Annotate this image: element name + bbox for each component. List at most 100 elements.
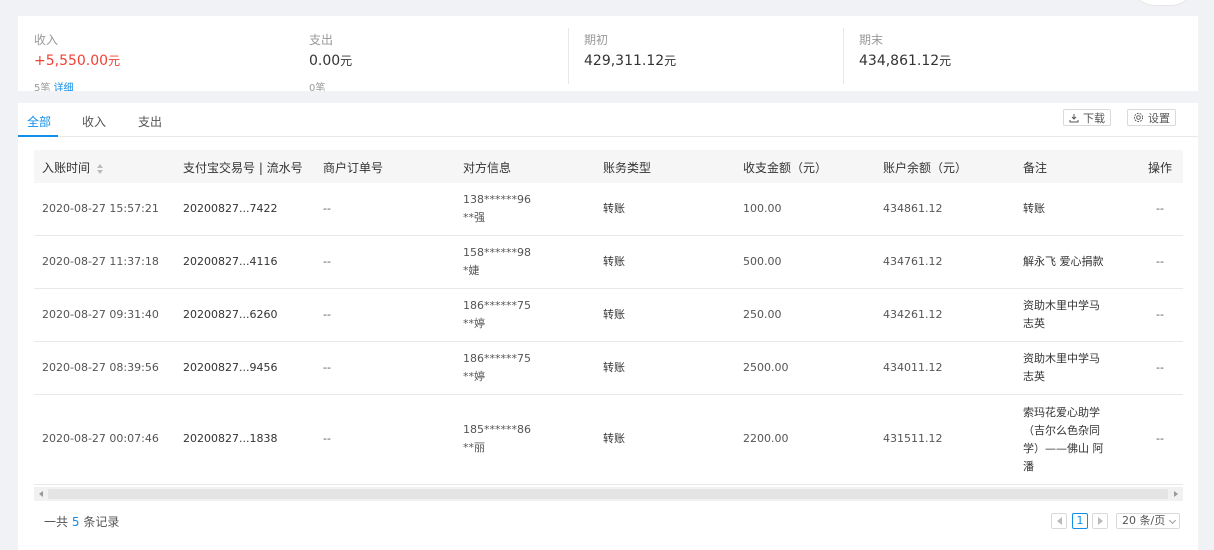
cell-action: --	[1156, 255, 1164, 268]
record-total: 一共 5 条记录	[44, 513, 119, 530]
pagination: 1 20 条/页	[1051, 513, 1183, 529]
cell-trade-no[interactable]: 20200827...1838	[183, 430, 277, 448]
expense-value: 0.00元	[309, 52, 352, 69]
closing-label: 期末	[859, 33, 884, 47]
summary-divider	[843, 28, 844, 84]
chevron-down-icon	[1168, 516, 1177, 525]
cell-party-name: **婷	[463, 370, 485, 383]
table-row: 2020-08-27 11:37:18 20200827...4116 -- 1…	[34, 236, 1183, 289]
cell-amount: 2200.00	[743, 432, 789, 445]
cell-balance: 434261.12	[883, 308, 943, 321]
scroll-right-icon[interactable]	[1174, 491, 1178, 497]
expense-amount: 0.00	[309, 53, 341, 69]
cell-time: 2020-08-27 00:07:46	[42, 432, 159, 445]
cell-type: 转账	[603, 432, 625, 445]
cell-trade-no[interactable]: 20200827...4116	[183, 253, 277, 271]
cell-party-name: *婕	[463, 264, 480, 277]
table-row: 2020-08-27 15:57:21 20200827...7422 -- 1…	[34, 183, 1183, 236]
cell-trade-no[interactable]: 20200827...7422	[183, 200, 277, 218]
col-type: 账务类型	[603, 161, 652, 175]
cell-party-account: 185******86	[463, 423, 531, 436]
cell-type: 转账	[603, 361, 625, 374]
closing-unit: 元	[939, 54, 952, 68]
sort-icon[interactable]	[96, 163, 104, 175]
total-suffix: 条记录	[83, 515, 120, 529]
cell-order-no: --	[323, 202, 331, 215]
cell-amount: 250.00	[743, 308, 782, 321]
download-button[interactable]: 下载	[1063, 109, 1111, 126]
cell-action: --	[1156, 308, 1164, 321]
cell-amount: 500.00	[743, 255, 782, 268]
income-amount: +5,550.00	[34, 53, 109, 69]
page-size-value: 20 条/页	[1122, 514, 1166, 527]
cell-amount: 2500.00	[743, 361, 789, 374]
cell-remark: 解永飞 爱心捐款	[1023, 255, 1104, 268]
cell-remark-line: 志英	[1023, 370, 1045, 383]
cell-order-no: --	[323, 432, 331, 445]
table-header: 入账时间 支付宝交易号 | 流水号 商户订单号 对方信息 账务类型 收支金额（元…	[34, 150, 1183, 183]
opening-value: 429,311.12元	[584, 52, 676, 69]
horizontal-scrollbar[interactable]	[34, 487, 1183, 501]
chevron-left-icon	[1056, 517, 1062, 525]
summary-divider	[568, 28, 569, 84]
cell-trade-no[interactable]: 20200827...6260	[183, 306, 277, 324]
cell-remark-line: 资助木里中学马	[1023, 352, 1100, 365]
col-balance: 账户余额（元）	[883, 161, 968, 175]
cell-balance: 434011.12	[883, 361, 943, 374]
tab-all[interactable]: 全部	[27, 113, 51, 130]
cell-party-account: 186******75	[463, 299, 531, 312]
income-label: 收入	[34, 33, 59, 47]
cell-remark: 转账	[1023, 202, 1045, 215]
cell-party-account: 186******75	[463, 352, 531, 365]
prev-page-button[interactable]	[1051, 513, 1067, 529]
expense-label: 支出	[309, 33, 334, 47]
cell-time: 2020-08-27 09:31:40	[42, 308, 159, 321]
tab-active-indicator	[18, 135, 58, 137]
gear-icon	[1133, 112, 1144, 123]
tab-bar: 全部 收入 支出 下载 设置	[18, 103, 1198, 137]
cell-party-account: 158******98	[463, 246, 531, 259]
cell-party-account: 138******96	[463, 193, 531, 206]
page-size-select[interactable]: 20 条/页	[1116, 513, 1180, 529]
cell-remark-line: （吉尔么色杂同	[1023, 424, 1100, 437]
cell-action: --	[1156, 202, 1164, 215]
cell-type: 转账	[603, 308, 625, 321]
col-time[interactable]: 入账时间	[42, 159, 104, 176]
settings-button[interactable]: 设置	[1127, 109, 1176, 126]
cell-action: --	[1156, 361, 1164, 374]
scroll-left-icon[interactable]	[39, 491, 43, 497]
col-trade-no: 支付宝交易号 | 流水号	[183, 161, 303, 175]
tab-income[interactable]: 收入	[82, 113, 106, 130]
cell-amount: 100.00	[743, 202, 782, 215]
income-detail-link[interactable]: 详细	[54, 83, 74, 91]
opening-unit: 元	[664, 54, 677, 68]
settings-label: 设置	[1148, 111, 1170, 125]
income-count-row: 5笔 详细	[34, 79, 74, 91]
tab-expense[interactable]: 支出	[138, 113, 162, 130]
cell-trade-no[interactable]: 20200827...9456	[183, 359, 277, 377]
col-time-label: 入账时间	[42, 161, 91, 175]
download-icon	[1069, 113, 1079, 122]
cell-remark-line: 潘	[1023, 460, 1034, 473]
chevron-right-icon	[1097, 517, 1103, 525]
page-1[interactable]: 1	[1072, 513, 1088, 529]
cell-balance: 434761.12	[883, 255, 943, 268]
transactions-panel: 全部 收入 支出 下载 设置 入账时间 支付宝交易号 | 流水号 商户订单号 对…	[18, 103, 1198, 550]
next-page-button[interactable]	[1092, 513, 1108, 529]
total-prefix: 一共	[44, 515, 69, 529]
cell-order-no: --	[323, 255, 331, 268]
col-amount: 收支金额（元）	[743, 161, 828, 175]
opening-amount: 429,311.12	[584, 53, 665, 69]
table-row: 2020-08-27 09:31:40 20200827...6260 -- 1…	[34, 289, 1183, 342]
expense-unit: 元	[340, 54, 353, 68]
scrollbar-thumb[interactable]	[48, 489, 1168, 499]
closing-value: 434,861.12元	[859, 52, 951, 69]
cell-party-name: **婷	[463, 317, 485, 330]
cell-type: 转账	[603, 255, 625, 268]
download-label: 下载	[1083, 111, 1105, 125]
closing-amount: 434,861.12	[859, 53, 940, 69]
col-action: 操作	[1148, 161, 1173, 175]
table-row: 2020-08-27 08:39:56 20200827...9456 -- 1…	[34, 342, 1183, 395]
table-row: 2020-08-27 00:07:46 20200827...1838 -- 1…	[34, 395, 1183, 485]
summary-panel: 收入 +5,550.00元 5笔 详细 支出 0.00元 0笔 期初 429,3…	[18, 16, 1198, 91]
